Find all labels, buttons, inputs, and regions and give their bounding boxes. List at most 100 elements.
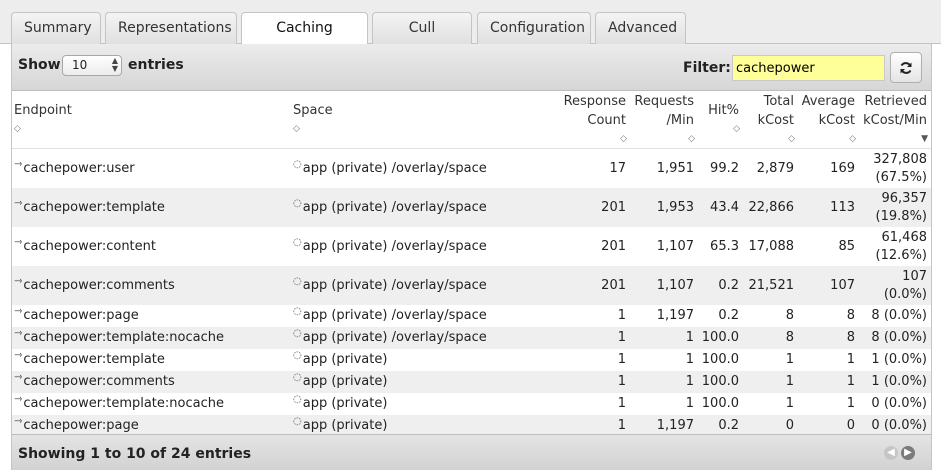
cell-space: ◌app (private) /overlay/space — [293, 306, 558, 323]
caching-layers-panel: Show 10 ▲▼ entries Filter: Endpoint◇Spac… — [11, 44, 932, 470]
tab-advanced[interactable]: Advanced — [595, 12, 686, 44]
cell-hit-percent: 100.0 — [696, 374, 739, 389]
cell-hit-percent: 99.2 — [696, 161, 739, 176]
cell-endpoint[interactable]: ⇾cachepower:template:nocache — [14, 394, 292, 411]
column-header-total-kcost[interactable]: Total kCost ◇ — [741, 91, 795, 149]
cell-endpoint[interactable]: ⇾cachepower:template — [14, 198, 292, 215]
table-row[interactable]: ⇾cachepower:template ◌app (private) 1 1 100.… — [12, 349, 931, 371]
retrieved-value: 327,808 — [873, 152, 927, 167]
endpoint-icon: ⇾ — [14, 159, 23, 170]
cell-endpoint[interactable]: ⇾cachepower:page — [14, 416, 292, 433]
retrieved-percent: (0.0%) — [883, 396, 927, 411]
cell-endpoint[interactable]: ⇾cachepower:user — [14, 159, 292, 176]
cell-requests-per-min: 1 — [630, 374, 694, 389]
cell-average-kcost: 1 — [797, 352, 855, 367]
column-header-response-count[interactable]: Response Count ◇ — [560, 91, 627, 149]
page-size-select[interactable]: 10 ▲ ▼ — [62, 55, 122, 76]
cell-text: 17,088 — [748, 239, 795, 254]
cell-text: 1 — [846, 374, 855, 389]
cell-text: 1 — [685, 352, 694, 367]
cell-text: app (private) /overlay/space — [302, 278, 487, 293]
table-row[interactable]: ⇾cachepower:user ◌app (private) /overlay/… — [12, 149, 931, 188]
column-header-endpoint[interactable]: Endpoint ◇ — [14, 91, 292, 149]
cell-text: app (private) — [302, 374, 388, 389]
cell-space: ◌app (private) /overlay/space — [293, 237, 558, 254]
cell-text: app (private) /overlay/space — [302, 308, 487, 323]
cell-endpoint[interactable]: ⇾cachepower:comments — [14, 372, 292, 389]
cell-retrieved-kcost-per-min: 0 (0.0%) — [858, 396, 927, 411]
cell-requests-per-min: 1 — [630, 352, 694, 367]
cell-space: ◌app (private) /overlay/space — [293, 159, 558, 176]
tab-configuration[interactable]: Configuration — [477, 12, 591, 44]
retrieved-value: 107 — [902, 269, 927, 284]
cell-hit-percent: 0.2 — [696, 278, 739, 293]
table-header: Endpoint ◇ Space ◇ Response Count ◇ Requests/Mi… — [12, 91, 931, 149]
column-header-label: /Min — [666, 113, 694, 128]
cell-text: 0.2 — [718, 418, 739, 433]
cell-text: 1 — [617, 352, 626, 367]
cell-response-count: 1 — [560, 374, 626, 389]
cell-response-count: 201 — [560, 200, 626, 215]
cell-retrieved-kcost-per-min: 8 (0.0%) — [858, 330, 927, 345]
retrieved-value: 0 — [871, 418, 880, 433]
column-header-average-kcost[interactable]: Average kCost ◇ — [797, 91, 856, 149]
cell-text: 201 — [601, 200, 626, 215]
cell-requests-per-min: 1,197 — [630, 418, 694, 433]
cell-text: 22,866 — [748, 200, 795, 215]
cell-text: 0 — [846, 418, 855, 433]
cell-text: 107 — [830, 278, 855, 293]
refresh-button[interactable] — [890, 52, 922, 83]
cell-total-kcost: 0 — [741, 418, 794, 433]
cell-response-count: 1 — [560, 396, 626, 411]
retrieved-value: 0 — [871, 396, 880, 411]
table-row[interactable]: ⇾cachepower:template:nocache ◌app (privat… — [12, 393, 931, 415]
cell-response-count: 1 — [560, 418, 626, 433]
cell-endpoint[interactable]: ⇾cachepower:comments — [14, 276, 292, 293]
endpoint-icon: ⇾ — [14, 276, 23, 287]
cell-total-kcost: 2,879 — [741, 161, 794, 176]
sort-icon: ◇ — [14, 124, 21, 134]
table-row[interactable]: ⇾cachepower:comments ◌app (private) /over… — [12, 266, 931, 305]
cell-retrieved-kcost-per-min: 61,468 (12.6%) — [858, 229, 927, 265]
retrieved-value: 1 — [871, 352, 880, 367]
table-row[interactable]: ⇾cachepower:comments ◌app (private) 1 1 100.… — [12, 371, 931, 393]
cell-text: 8 — [785, 330, 794, 345]
tab-summary[interactable]: Summary — [11, 12, 101, 44]
cell-total-kcost: 17,088 — [741, 239, 795, 254]
table-row[interactable]: ⇾cachepower:content ◌app (private) /overl… — [12, 227, 931, 266]
next-page-icon[interactable]: ▶ — [901, 446, 915, 460]
cell-hit-percent: 43.4 — [696, 200, 739, 215]
filter-input[interactable] — [732, 55, 885, 81]
cell-text: 43.4 — [710, 200, 739, 215]
space-icon: ◌ — [293, 350, 302, 361]
tab-representations[interactable]: Representations — [105, 12, 237, 44]
tab-caching-layers[interactable]: Caching Layers — [241, 12, 368, 67]
column-header-retrieved-kcost-per-min[interactable]: Retrieved kCost/Min ▼ — [858, 91, 928, 149]
cell-total-kcost: 1 — [741, 374, 794, 389]
table-row[interactable]: ⇾cachepower:template ◌app (private) /over… — [12, 188, 931, 227]
cell-endpoint[interactable]: ⇾cachepower:template — [14, 350, 292, 367]
tab-cull-history[interactable]: Cull History — [372, 12, 472, 67]
cell-text: 1,197 — [656, 308, 694, 323]
cell-text: 1,951 — [656, 161, 694, 176]
column-header-space[interactable]: Space ◇ — [293, 91, 558, 149]
cell-response-count: 1 — [560, 352, 626, 367]
table-row[interactable]: ⇾cachepower:template:nocache ◌app (privat… — [12, 327, 931, 349]
cell-space: ◌app (private) /overlay/space — [293, 198, 558, 215]
column-header-hit-percent[interactable]: Hit% ◇ — [696, 91, 740, 149]
space-icon: ◌ — [293, 159, 302, 170]
retrieved-value: 1 — [871, 374, 880, 389]
cell-text: 1 — [685, 374, 694, 389]
cell-average-kcost: 1 — [797, 374, 855, 389]
cell-retrieved-kcost-per-min: 1 (0.0%) — [858, 374, 927, 389]
column-header-requests-per-min[interactable]: Requests/Min ◇ — [630, 91, 695, 149]
cell-text: 201 — [601, 278, 626, 293]
cell-endpoint[interactable]: ⇾cachepower:content — [14, 237, 292, 254]
cell-text: 100.0 — [701, 374, 739, 389]
cell-endpoint[interactable]: ⇾cachepower:page — [14, 306, 292, 323]
previous-page-icon[interactable]: ◀ — [884, 446, 898, 460]
cell-endpoint[interactable]: ⇾cachepower:template:nocache — [14, 328, 292, 345]
endpoint-icon: ⇾ — [14, 416, 23, 427]
table-row[interactable]: ⇾cachepower:page ◌app (private) /overlay/… — [12, 305, 931, 327]
column-header-label: Requests — [634, 94, 694, 109]
